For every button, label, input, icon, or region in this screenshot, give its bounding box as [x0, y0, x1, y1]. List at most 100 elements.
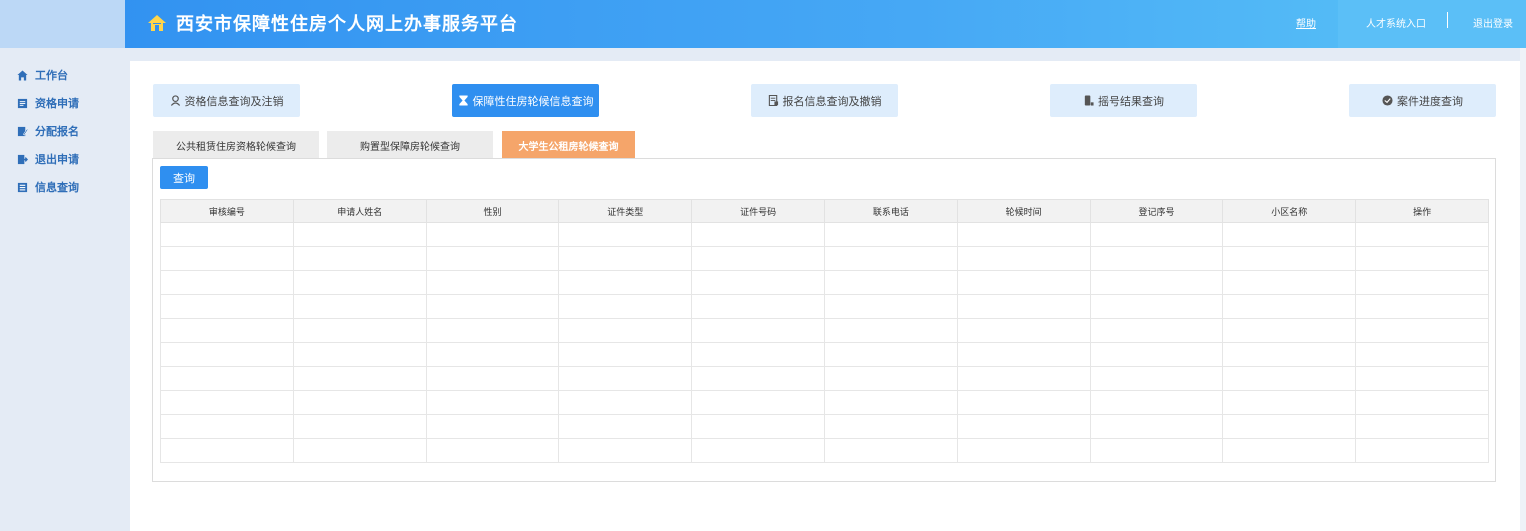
table-cell: [292, 294, 427, 319]
table-cell: [160, 318, 294, 343]
table-cell: [1089, 390, 1224, 415]
table-cell: [558, 342, 693, 367]
brand: 西安市保障性住房个人网上办事服务平台: [147, 10, 518, 36]
table-cell: [956, 366, 1091, 391]
help-link[interactable]: 帮助: [1296, 15, 1316, 30]
table-cell: [425, 318, 560, 343]
table-cell: [956, 414, 1091, 439]
logout-link[interactable]: 退出登录: [1473, 15, 1513, 30]
progress-icon: [1382, 95, 1393, 106]
table-cell: [292, 414, 427, 439]
tab-purchase-housing-waitlist[interactable]: 购置型保障房轮候查询: [327, 131, 493, 159]
table-cell: [956, 246, 1091, 271]
table-cell: [1222, 318, 1357, 343]
sidebar-item-label: 资格申请: [35, 97, 79, 110]
table-cell: [558, 246, 693, 271]
sidebar-item-info-query[interactable]: 信息查询: [17, 179, 79, 195]
table-cell: [292, 270, 427, 295]
table-cell: [823, 438, 958, 463]
table-cell: [1089, 414, 1224, 439]
table-cell: [160, 342, 294, 367]
table-cell: [425, 366, 560, 391]
scrollbar-track: [1520, 48, 1526, 531]
info-icon: [17, 182, 28, 192]
table-cell: [1355, 270, 1489, 295]
table-cell: [425, 222, 560, 247]
registration-query-button[interactable]: 报名信息查询及撤销: [751, 84, 898, 117]
sidebar-item-exit[interactable]: 退出申请: [17, 151, 79, 167]
sidebar-item-label: 分配报名: [35, 125, 79, 138]
tab-student-rental-waitlist[interactable]: 大学生公租房轮候查询: [502, 131, 635, 159]
table-cell: [691, 246, 825, 271]
table-cell: [558, 222, 693, 247]
table-cell: [956, 270, 1091, 295]
sidebar-item-allocation[interactable]: 分配报名: [17, 123, 79, 139]
table-cell: [1355, 318, 1489, 343]
table-cell: [292, 222, 427, 247]
table-cell: [823, 294, 958, 319]
table-row: [160, 222, 1489, 247]
table-row: [160, 438, 1489, 463]
table-cell: [691, 342, 825, 367]
table-cell: [558, 366, 693, 391]
table-row: [160, 318, 1489, 343]
table-cell: [823, 414, 958, 439]
table-cell: [292, 318, 427, 343]
sidebar-item-workbench[interactable]: 工作台: [17, 67, 68, 83]
button-label: 报名信息查询及撤销: [782, 94, 882, 108]
button-label: 摇号结果查询: [1098, 94, 1164, 108]
table-cell: [1089, 438, 1224, 463]
table-cell: [1355, 342, 1489, 367]
document-icon: [768, 95, 778, 106]
table-cell: [823, 222, 958, 247]
table-cell: [956, 318, 1091, 343]
table-row: [160, 342, 1489, 367]
table-cell: [558, 438, 693, 463]
table-header-row: 审核编号 申请人姓名 性别 证件类型 证件号码 联系电话 轮候时间 登记序号 小区名称 操作: [160, 199, 1489, 223]
table-cell: [160, 246, 294, 271]
table-cell: [292, 342, 427, 367]
sidebar-item-label: 退出申请: [35, 153, 79, 166]
table-cell: [425, 438, 560, 463]
header-logo-area: [0, 0, 125, 48]
lottery-result-query-button[interactable]: 摇号结果查询: [1050, 84, 1197, 117]
table-cell: [823, 342, 958, 367]
table-row: [160, 414, 1489, 439]
table-cell: [1222, 342, 1357, 367]
table-cell: [1089, 342, 1224, 367]
table-cell: [292, 390, 427, 415]
table-cell: [1355, 294, 1489, 319]
sidebar-item-label: 信息查询: [35, 181, 79, 194]
table-row: [160, 270, 1489, 295]
query-button[interactable]: 查询: [160, 166, 208, 189]
column-header: 性别: [425, 199, 560, 223]
table-cell: [160, 390, 294, 415]
column-header: 申请人姓名: [292, 199, 427, 223]
sidebar-item-label: 工作台: [35, 69, 68, 82]
column-header: 小区名称: [1222, 199, 1357, 223]
table-cell: [160, 294, 294, 319]
sidebar-item-qualification[interactable]: 资格申请: [17, 95, 79, 111]
table-cell: [691, 270, 825, 295]
case-progress-query-button[interactable]: 案件进度查询: [1349, 84, 1496, 117]
table-cell: [691, 294, 825, 319]
table-cell: [425, 294, 560, 319]
table-cell: [425, 414, 560, 439]
table-cell: [691, 318, 825, 343]
table-cell: [1222, 222, 1357, 247]
table-cell: [1089, 270, 1224, 295]
qualification-query-button[interactable]: 资格信息查询及注销: [153, 84, 300, 117]
table-cell: [558, 390, 693, 415]
talent-system-link[interactable]: 人才系统入口: [1366, 15, 1426, 30]
table-cell: [1355, 438, 1489, 463]
housing-waitlist-query-button[interactable]: 保障性住房轮候信息查询: [452, 84, 599, 117]
tab-public-rental-waitlist[interactable]: 公共租赁住房资格轮候查询: [153, 131, 319, 159]
table-cell: [1089, 246, 1224, 271]
table-cell: [1222, 390, 1357, 415]
home-icon: [17, 69, 28, 81]
table-body: [160, 222, 1489, 463]
person-icon: [170, 95, 180, 106]
table-cell: [292, 438, 427, 463]
table-cell: [1089, 222, 1224, 247]
table-cell: [956, 342, 1091, 367]
